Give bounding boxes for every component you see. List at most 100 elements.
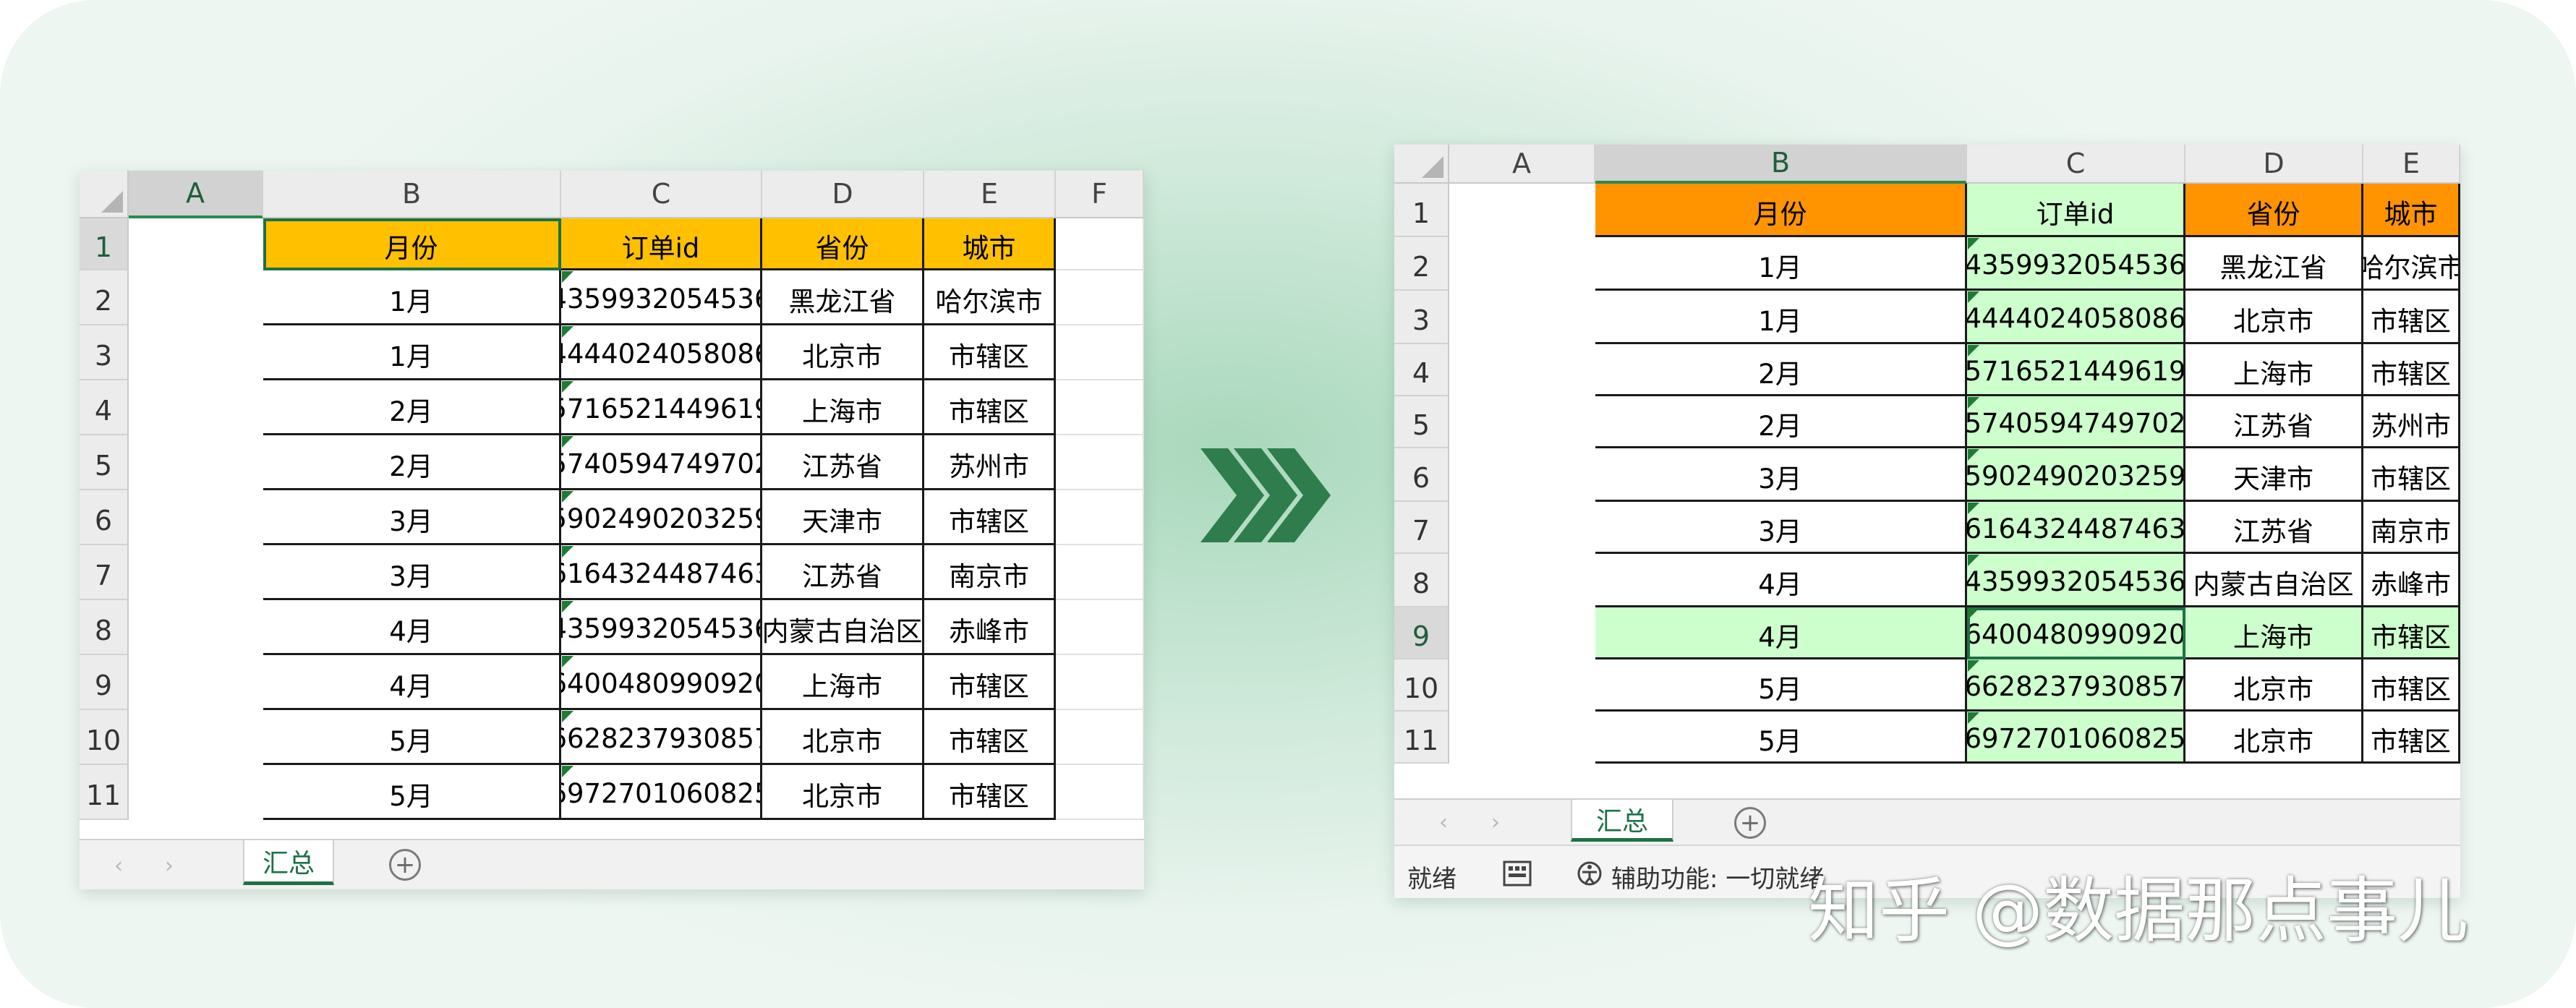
macro-record-icon[interactable] bbox=[1503, 860, 1532, 887]
cell-b10[interactable]: 2296628237930857206 bbox=[561, 710, 762, 765]
column-header-b[interactable]: B bbox=[1595, 145, 1967, 184]
cell-c7[interactable]: 江苏省 bbox=[2185, 502, 2363, 554]
cell-a7[interactable]: 3月 bbox=[263, 545, 561, 600]
cell-a5[interactable]: 2月 bbox=[1595, 396, 1967, 448]
row-header-5[interactable]: 5 bbox=[80, 435, 129, 490]
cell-a10[interactable]: 5月 bbox=[263, 710, 561, 765]
cell-a10[interactable]: 5月 bbox=[1595, 659, 1967, 712]
cell-a6[interactable]: 3月 bbox=[1595, 448, 1967, 502]
cell-c10[interactable]: 北京市 bbox=[2185, 659, 2363, 712]
cell-d1[interactable]: 城市 bbox=[924, 218, 1056, 270]
cell-d7[interactable]: 南京市 bbox=[924, 545, 1056, 600]
row-header-11[interactable]: 11 bbox=[1394, 712, 1449, 764]
cell-d9[interactable]: 市辖区 bbox=[2363, 607, 2460, 659]
scroll-tabs-right-icon[interactable]: › bbox=[1491, 810, 1500, 835]
cell-c11[interactable]: 北京市 bbox=[762, 765, 924, 820]
cell-e3[interactable] bbox=[1056, 325, 1144, 380]
cell-c8[interactable]: 内蒙古自治区 bbox=[2185, 554, 2363, 607]
cell-c3[interactable]: 北京市 bbox=[2185, 291, 2363, 344]
cell-e10[interactable] bbox=[1056, 710, 1144, 765]
cell-d2[interactable]: 哈尔滨市 bbox=[2363, 237, 2460, 291]
row-header-7[interactable]: 7 bbox=[80, 545, 129, 600]
cell-b3[interactable]: 2294444024058086220 bbox=[1967, 291, 2185, 344]
scroll-tabs-left-icon[interactable]: ‹ bbox=[1439, 810, 1448, 835]
row-header-1[interactable]: 1 bbox=[1394, 184, 1449, 237]
row-header-8[interactable]: 8 bbox=[80, 600, 129, 655]
column-header-a[interactable]: A bbox=[1449, 145, 1595, 184]
cell-e5[interactable] bbox=[1056, 435, 1144, 490]
cell-d8[interactable]: 赤峰市 bbox=[924, 600, 1056, 655]
cell-a2[interactable]: 1月 bbox=[1595, 237, 1967, 291]
cell-c7[interactable]: 江苏省 bbox=[762, 545, 924, 600]
select-all-corner[interactable] bbox=[1394, 145, 1449, 184]
cell-d5[interactable]: 苏州市 bbox=[2363, 396, 2460, 448]
cell-b3[interactable]: 2294444024058086220 bbox=[561, 325, 762, 380]
sheet-tab-summary[interactable]: 汇总 bbox=[243, 840, 334, 885]
cell-a11[interactable]: 5月 bbox=[1595, 712, 1967, 764]
cell-c2[interactable]: 黑龙江省 bbox=[762, 270, 924, 325]
select-all-corner[interactable] bbox=[80, 171, 129, 218]
cell-a8[interactable]: 4月 bbox=[263, 600, 561, 655]
cell-b6[interactable]: 2295902490203259134 bbox=[1967, 448, 2185, 502]
cell-b8[interactable]: 2294359932054536986 bbox=[1967, 554, 2185, 607]
row-header-5[interactable]: 5 bbox=[1394, 396, 1449, 448]
cell-d11[interactable]: 市辖区 bbox=[924, 765, 1056, 820]
cell-b11[interactable]: 2296972701060825130 bbox=[561, 765, 762, 820]
plus-circle-icon[interactable]: + bbox=[1734, 807, 1766, 839]
cell-e8[interactable] bbox=[1056, 600, 1144, 655]
cell-d3[interactable]: 市辖区 bbox=[2363, 291, 2460, 344]
cell-a3[interactable]: 1月 bbox=[1595, 291, 1967, 344]
cell-c4[interactable]: 上海市 bbox=[2185, 344, 2363, 396]
cell-a3[interactable]: 1月 bbox=[263, 325, 561, 380]
cell-a1[interactable]: 月份 bbox=[263, 218, 561, 270]
cell-d9[interactable]: 市辖区 bbox=[924, 655, 1056, 710]
cell-a6[interactable]: 3月 bbox=[263, 490, 561, 545]
column-header-c[interactable]: C bbox=[561, 171, 762, 218]
row-header-6[interactable]: 6 bbox=[1394, 448, 1449, 502]
cell-b5[interactable]: 2295740594749702229 bbox=[1967, 396, 2185, 448]
cell-b1[interactable]: 订单id bbox=[561, 218, 762, 270]
row-header-4[interactable]: 4 bbox=[1394, 344, 1449, 396]
accessibility-status[interactable]: 辅助功能: 一切就绪 bbox=[1611, 859, 1824, 894]
row-header-9[interactable]: 9 bbox=[1394, 607, 1449, 659]
cell-e1[interactable] bbox=[1056, 218, 1144, 270]
cell-d3[interactable]: 市辖区 bbox=[924, 325, 1056, 380]
column-header-e[interactable]: E bbox=[924, 171, 1056, 218]
cell-a7[interactable]: 3月 bbox=[1595, 502, 1967, 554]
cell-b2[interactable]: 2294359932054536986 bbox=[1967, 237, 2185, 291]
cell-c1[interactable]: 省份 bbox=[2185, 184, 2363, 237]
row-header-8[interactable]: 8 bbox=[1394, 554, 1449, 607]
cell-c2[interactable]: 黑龙江省 bbox=[2185, 237, 2363, 291]
cell-d4[interactable]: 市辖区 bbox=[2363, 344, 2460, 396]
cell-c9[interactable]: 上海市 bbox=[762, 655, 924, 710]
cell-a11[interactable]: 5月 bbox=[263, 765, 561, 820]
cell-b7[interactable]: 2296164324487463110 bbox=[561, 545, 762, 600]
cell-e2[interactable] bbox=[1056, 270, 1144, 325]
cell-d1[interactable]: 城市 bbox=[2363, 184, 2460, 237]
cell-d4[interactable]: 市辖区 bbox=[924, 380, 1056, 435]
cell-b7[interactable]: 2296164324487463110 bbox=[1967, 502, 2185, 554]
cell-b2[interactable]: 2294359932054536986 bbox=[561, 270, 762, 325]
row-header-7[interactable]: 7 bbox=[1394, 502, 1449, 554]
cell-e11[interactable] bbox=[1056, 765, 1144, 820]
column-header-d[interactable]: D bbox=[2185, 145, 2363, 184]
cell-c10[interactable]: 北京市 bbox=[762, 710, 924, 765]
row-header-3[interactable]: 3 bbox=[80, 325, 129, 380]
cell-c3[interactable]: 北京市 bbox=[762, 325, 924, 380]
cell-c5[interactable]: 江苏省 bbox=[762, 435, 924, 490]
cell-a1[interactable]: 月份 bbox=[1595, 184, 1967, 237]
scroll-tabs-left-icon[interactable]: ‹ bbox=[114, 853, 123, 879]
cell-d8[interactable]: 赤峰市 bbox=[2363, 554, 2460, 607]
cell-b8[interactable]: 2294359932054536986 bbox=[561, 600, 762, 655]
cell-c6[interactable]: 天津市 bbox=[762, 490, 924, 545]
cell-d5[interactable]: 苏州市 bbox=[924, 435, 1056, 490]
cell-c1[interactable]: 省份 bbox=[762, 218, 924, 270]
column-header-f[interactable]: F bbox=[1056, 171, 1144, 218]
cell-a2[interactable]: 1月 bbox=[263, 270, 561, 325]
cell-a8[interactable]: 4月 bbox=[1595, 554, 1967, 607]
cell-c5[interactable]: 江苏省 bbox=[2185, 396, 2363, 448]
cell-d11[interactable]: 市辖区 bbox=[2363, 712, 2460, 764]
cell-d10[interactable]: 市辖区 bbox=[924, 710, 1056, 765]
row-header-3[interactable]: 3 bbox=[1394, 291, 1449, 344]
row-header-6[interactable]: 6 bbox=[80, 490, 129, 545]
